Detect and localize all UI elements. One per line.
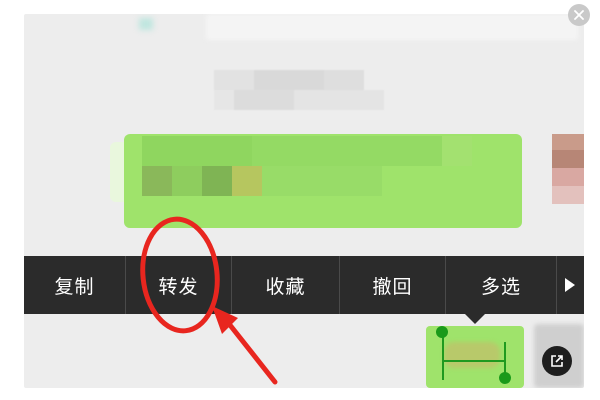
menu-more-button[interactable]: [556, 256, 583, 314]
menu-item-copy[interactable]: 复制: [24, 256, 126, 314]
menu-item-favorite[interactable]: 收藏: [232, 256, 340, 314]
blurred-message-top: [206, 14, 578, 40]
pixelated-message-content: [142, 136, 512, 204]
selection-bracket: [442, 360, 506, 362]
close-button[interactable]: [568, 4, 590, 26]
selection-handle-start[interactable]: [436, 326, 448, 338]
selection-bracket: [442, 334, 444, 380]
pixelated-message-content: [444, 342, 500, 368]
open-external-button[interactable]: [542, 346, 572, 376]
message-context-menu: 复制 转发 收藏 撤回 多选: [24, 256, 584, 314]
open-external-icon: [551, 355, 563, 367]
avatar[interactable]: [552, 134, 584, 204]
menu-pointer: [464, 313, 486, 324]
selection-handle-end[interactable]: [499, 372, 511, 384]
triangle-right-icon: [565, 278, 575, 292]
close-icon: [574, 10, 584, 20]
menu-item-recall[interactable]: 撤回: [340, 256, 446, 314]
menu-item-forward[interactable]: 转发: [126, 256, 232, 314]
blurred-fragment: [139, 18, 153, 30]
pixelated-timestamp: [214, 70, 404, 110]
chat-screenshot: 复制 转发 收藏 撤回 多选: [24, 14, 584, 388]
menu-item-multiselect[interactable]: 多选: [446, 256, 556, 314]
